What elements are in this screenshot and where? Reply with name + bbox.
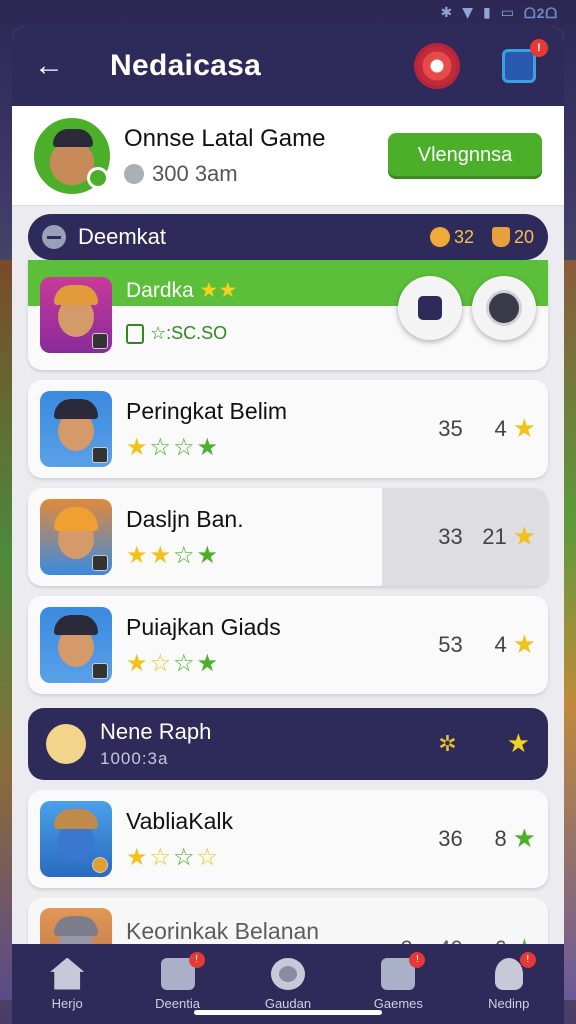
rating-stars: ★☆☆☆ <box>126 842 221 871</box>
row-score: 33 <box>438 524 463 549</box>
home-indicator[interactable] <box>194 1010 382 1015</box>
star-icon: ★ <box>512 630 536 660</box>
nav-games[interactable]: ! Gaemes <box>353 951 443 1011</box>
rating-stars: ★★☆★ <box>126 540 221 569</box>
trophy-icon <box>491 227 510 247</box>
row-count: 8 <box>494 826 507 851</box>
row-count: 21 <box>482 524 507 549</box>
star-icon: ★ <box>512 414 536 444</box>
profile-name: Onnse Latal Game <box>124 124 326 152</box>
rating-stars: ★☆☆★ <box>126 648 221 677</box>
row-title: Peringkat Belim <box>126 397 288 424</box>
star-icon: ★ <box>512 522 536 552</box>
profile-icon <box>494 957 523 990</box>
bluetooth-icon: ✱ <box>440 5 453 21</box>
row-title: Keorinkak Belanan <box>126 918 320 944</box>
section-label: Deemkat <box>78 224 167 249</box>
gear-icon <box>489 293 519 323</box>
row-count: 4 <box>494 632 507 657</box>
profile-card: Onnse Latal Game 300 3am Vlengnnsa <box>12 106 564 206</box>
wifi-icon: ▼ <box>462 5 474 21</box>
target-icon <box>270 957 305 990</box>
section-header: Deemkat 32 20 <box>28 214 548 260</box>
notification-badge: ! <box>409 951 426 968</box>
game-thumbnail <box>40 801 112 877</box>
puzzle-button[interactable]: ! <box>496 39 548 89</box>
app-header: ← Nedaicasa ! <box>12 26 564 106</box>
arrow-left-icon[interactable]: ← <box>34 49 84 83</box>
list-item[interactable]: Daslјn Ban. ★★☆★ 33 21 ★ <box>28 488 548 586</box>
notification-badge: ! <box>188 951 205 968</box>
mascot-icon <box>46 724 86 764</box>
row-score: 53 <box>438 632 463 657</box>
status-bar: ✱ ▼ ▮ ▭ ᗝ2ᗝ <box>0 0 576 26</box>
list-icon <box>126 323 144 344</box>
list-item[interactable]: Dardka ★★ ☆:SC.SO <box>28 260 548 370</box>
featured-banner[interactable]: Nene Raph 1000:3a ✲ ★ <box>28 708 548 780</box>
star-icon[interactable]: ★ <box>507 729 530 759</box>
row-count: 4 <box>494 416 507 441</box>
rating-stars: ★☆☆★ <box>126 432 221 461</box>
home-icon <box>50 957 85 990</box>
game-thumbnail <box>40 277 112 353</box>
collapse-icon[interactable] <box>42 225 66 249</box>
gear-icon[interactable]: ✲ <box>438 732 456 757</box>
notification-badge: ! <box>530 39 548 57</box>
settings-button[interactable] <box>414 43 460 89</box>
game-thumbnail <box>40 499 112 575</box>
list-item[interactable]: Keorinkak Belanan 2 40 6 ★ <box>28 898 548 944</box>
title-stars: ★★ <box>199 279 238 302</box>
row-rank: 2 <box>363 936 412 944</box>
banner-title: Nene Raph <box>100 719 212 744</box>
row-title: Dardka <box>126 279 194 302</box>
row-title: Puiajkan Giads <box>126 613 281 640</box>
battery-icon: ▭ <box>500 5 514 21</box>
puzzle-action-button[interactable] <box>398 276 462 340</box>
game-thumbnail <box>40 908 112 944</box>
notification-badge: ! <box>519 951 536 968</box>
coin-stat: 32 <box>429 227 474 248</box>
banner-subtitle: 1000:3a <box>100 749 169 768</box>
row-score: 35 <box>438 416 463 441</box>
avatar[interactable] <box>34 117 110 194</box>
star-icon: ★ <box>512 824 536 854</box>
row-score: 40 <box>413 936 462 944</box>
puzzle-icon <box>502 49 536 83</box>
signal-icon: ▮ <box>483 5 491 21</box>
list-item[interactable]: VablіaKalk ★☆☆☆ 36 8 ★ <box>28 790 548 888</box>
main-panel: ← Nedaicasa ! Onnse Latal Game 300 3am V… <box>12 26 564 944</box>
profile-action-button[interactable]: Vlengnnsa <box>388 132 542 179</box>
row-score: 36 <box>438 826 463 851</box>
trophy-stat: 20 <box>491 227 534 248</box>
coin-icon <box>429 227 450 247</box>
nav-profile[interactable]: ! Nedinp <box>464 951 554 1011</box>
coin-icon <box>124 163 144 184</box>
game-thumbnail <box>40 391 112 467</box>
row-count: 6 <box>463 936 506 944</box>
star-icon: ★ <box>513 934 536 944</box>
row-title: VablіaKalk <box>126 807 233 834</box>
game-thumbnail <box>40 607 112 683</box>
list-item[interactable]: Puiajkan Giads ★☆☆★ 53 4 ★ <box>28 596 548 694</box>
page-title: Nedaicasa <box>110 49 262 82</box>
nav-home[interactable]: Herjo <box>22 957 112 1011</box>
list-item[interactable]: Peringkat Belim ★☆☆★ 35 4 ★ <box>28 380 548 478</box>
gear-icon <box>417 46 457 86</box>
row-subtitle: ☆:SC.SO <box>150 323 228 343</box>
puzzle-icon <box>418 296 442 320</box>
online-status-icon <box>87 166 109 189</box>
nav-target[interactable]: Gaudan <box>243 957 333 1011</box>
profile-subtitle: 300 3am <box>152 160 238 186</box>
status-time: ᗝ2ᗝ <box>523 4 558 21</box>
row-title: Daslјn Ban. <box>126 505 244 532</box>
nav-inbox[interactable]: ! Deentia <box>133 951 223 1011</box>
gear-action-button[interactable] <box>472 276 536 340</box>
